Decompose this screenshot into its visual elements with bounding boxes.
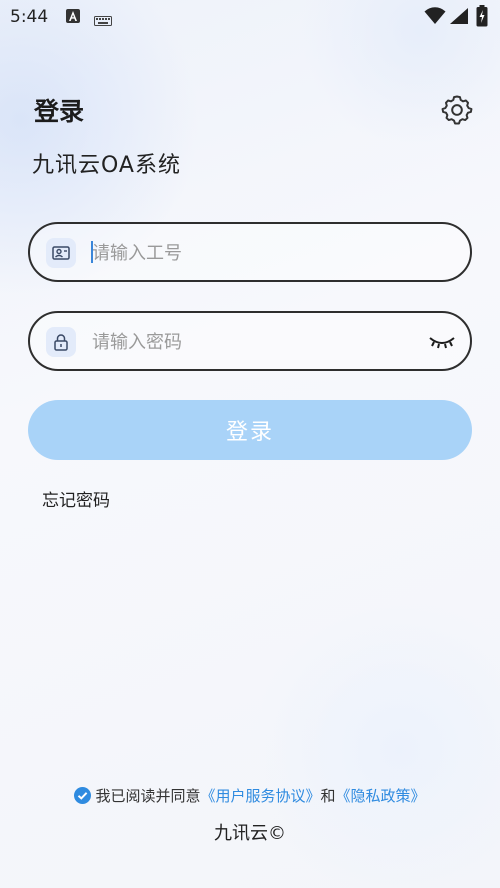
status-bar: 5:44 — [0, 0, 500, 34]
status-time: 5:44 — [10, 7, 49, 27]
agreement-row: 我已阅读并同意《用户服务协议》和《隐私政策》 — [0, 785, 500, 806]
text-caret — [91, 241, 93, 263]
employee-id-field[interactable] — [28, 222, 472, 282]
page-title: 登录 — [34, 97, 85, 126]
password-input[interactable] — [90, 323, 414, 361]
privacy-policy-link[interactable]: 《隐私政策》 — [336, 787, 426, 805]
eye-closed-icon[interactable] — [428, 333, 456, 351]
signal-icon — [449, 7, 469, 29]
footer-copyright: 九讯云© — [214, 823, 286, 844]
battery-charging-icon — [476, 5, 488, 31]
user-card-icon — [46, 238, 76, 268]
settings-button[interactable] — [440, 92, 474, 126]
login-button[interactable]: 登录 — [28, 400, 472, 460]
agreement-conjunction: 和 — [320, 787, 336, 805]
gear-icon[interactable] — [440, 92, 474, 126]
employee-id-input[interactable] — [90, 234, 414, 272]
keyboard-icon — [94, 11, 112, 26]
text-a-icon — [66, 9, 80, 23]
password-field[interactable] — [28, 311, 472, 371]
user-agreement-link[interactable]: 《用户服务协议》 — [200, 787, 320, 805]
wifi-icon — [424, 7, 446, 29]
app-subtitle: 九讯云OA系统 — [32, 153, 181, 178]
agreement-checkbox[interactable] — [74, 787, 92, 804]
agreement-text: 我已阅读并同意 — [95, 787, 201, 805]
forgot-password-link[interactable]: 忘记密码 — [42, 486, 110, 511]
lock-icon — [46, 327, 76, 357]
